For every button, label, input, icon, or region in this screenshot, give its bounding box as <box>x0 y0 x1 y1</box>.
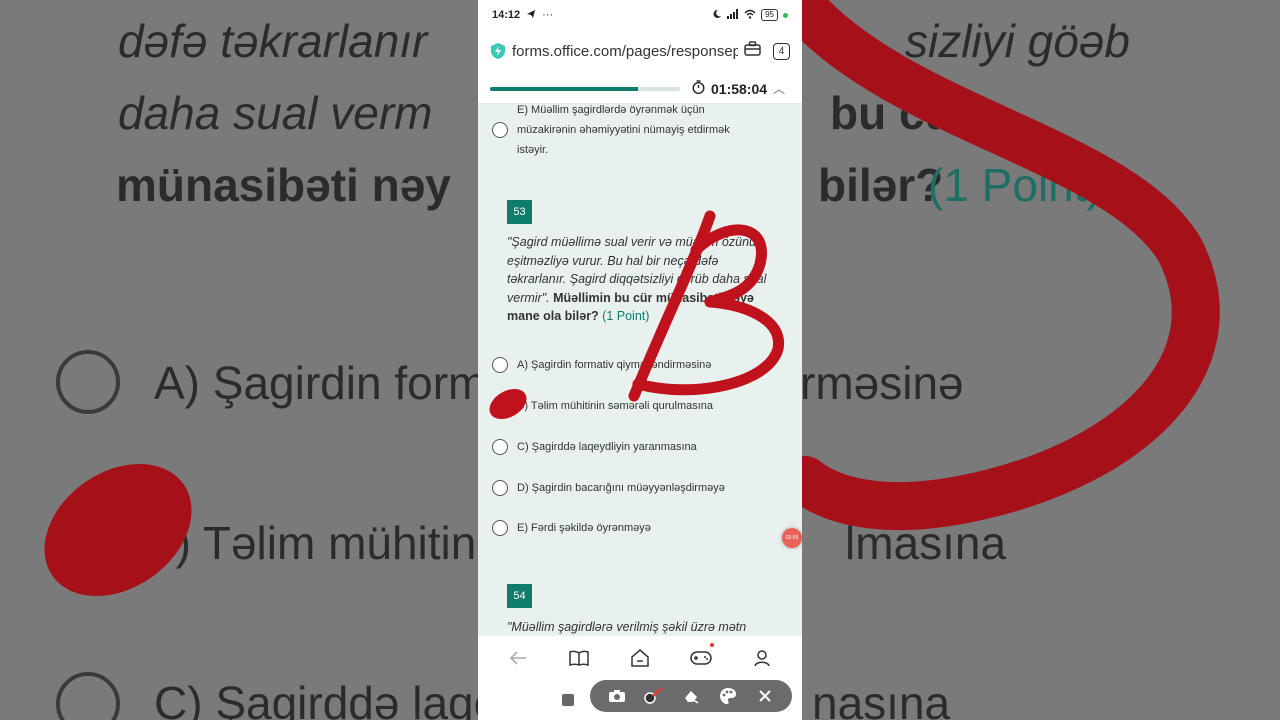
palette-icon[interactable] <box>718 686 738 706</box>
progress-bar <box>490 86 680 91</box>
bg-points: (1 Point) <box>928 159 1102 211</box>
bg-line1b: sizliyi göəb <box>905 15 1130 67</box>
briefcase-icon[interactable] <box>744 41 761 61</box>
q53-option-a[interactable]: A) Şagirdin formativ qiymətləndirməsinə <box>492 355 711 375</box>
eraser-icon[interactable] <box>681 686 701 706</box>
screen: dəfə təkrarlanır sizliyi göəb daha sual … <box>0 0 1280 720</box>
question-53-points: (1 Point) <box>598 309 650 323</box>
url-text[interactable]: forms.office.com/pages/responsepage <box>512 43 738 60</box>
bg-option-c-tail: nasına <box>812 677 951 720</box>
q53-option-d-radio[interactable] <box>492 480 508 496</box>
q53-option-c-label: C) Şagirddə laqeydliyin yaranmasına <box>517 441 697 453</box>
browser-bottom-nav <box>478 636 802 680</box>
bg-line1: dəfə təkrarlanır <box>118 15 428 67</box>
camera-icon[interactable] <box>607 686 627 706</box>
secure-shield-icon <box>490 42 506 60</box>
q53-option-d-label: D) Şagirdin bacarığını müəyyənləşdirməyə <box>517 482 725 494</box>
progress-fill <box>490 86 639 91</box>
q53-option-c[interactable]: C) Şagirddə laqeydliyin yaranmasına <box>492 437 697 457</box>
home-icon[interactable] <box>629 647 651 669</box>
bg-option-b-tail: lmasına <box>845 517 1007 569</box>
prev-option-e-line1: E) Müəllim şagirdlərdə öyrənmək üçün <box>517 104 705 116</box>
bg-line3b: bilər? <box>818 159 944 211</box>
prev-option-e-line2: müzakirənin əhəmiyyətini nümayiş etdirmə… <box>517 124 730 136</box>
timer: 01:58:04 <box>692 80 767 97</box>
battery-indicator: 95 <box>761 9 778 21</box>
q53-option-e-label: E) Fərdi şəkildə öyrənməyə <box>517 522 651 534</box>
q53-option-b-radio[interactable] <box>492 398 508 414</box>
book-icon[interactable] <box>568 647 590 669</box>
timer-value: 01:58:04 <box>711 80 768 97</box>
more-notifications-icon: ··· <box>542 9 554 21</box>
close-icon[interactable] <box>755 686 775 706</box>
charging-icon <box>783 12 788 18</box>
bg-line2b: bu cür <box>830 87 971 139</box>
chevron-up-icon[interactable]: ︿ <box>773 80 785 97</box>
tabs-count-button[interactable]: 4 <box>773 42 790 60</box>
prev-option-e[interactable]: E) Müəllim şagirdlərdə öyrənmək üçün müz… <box>492 104 767 160</box>
status-time: 14:12 <box>492 9 521 21</box>
bg-option-c: C) Şagirddə laqe <box>154 677 500 720</box>
pen-icon[interactable] <box>644 686 664 706</box>
q53-option-b-label: B) Təlim mühitinin səmərəli qurulmasına <box>517 400 714 412</box>
profile-icon[interactable] <box>751 647 773 669</box>
question-53-text: "Şagird müəllimə sual verir və müəllim ö… <box>507 233 769 326</box>
drawing-toolbar <box>590 680 792 712</box>
gamepad-icon[interactable] <box>690 643 714 669</box>
stopwatch-icon <box>692 80 705 97</box>
q53-option-e[interactable]: E) Fərdi şəkildə öyrənməyə <box>492 518 651 538</box>
q53-option-e-radio[interactable] <box>492 520 508 536</box>
bg-option-a: A) Şagirdin form <box>154 357 487 409</box>
phone-screen: 14:12 ··· 95 forms.office.com/pages/resp… <box>478 0 802 720</box>
bg-option-a-tail: rməsinə <box>800 357 964 409</box>
back-arrow-icon[interactable] <box>507 647 529 669</box>
q53-option-a-radio[interactable] <box>492 357 508 373</box>
q53-option-b[interactable]: B) Təlim mühitinin səmərəli qurulmasına <box>492 396 713 416</box>
bg-option-b: 3) Təlim mühitin <box>150 517 477 569</box>
question-53-number: 53 <box>507 200 532 224</box>
form-content: E) Müəllim şagirdlərdə öyrənmək üçün müz… <box>478 104 802 636</box>
browser-address-bar[interactable]: forms.office.com/pages/responsepage 4 <box>478 32 802 70</box>
stop-recording-icon[interactable] <box>562 694 574 706</box>
moon-icon <box>712 9 722 22</box>
q53-option-c-radio[interactable] <box>492 439 508 455</box>
prev-option-e-radio[interactable] <box>492 122 508 138</box>
wifi-icon <box>744 9 756 22</box>
prev-option-e-line3: istəyir. <box>517 144 549 156</box>
bg-radio-c <box>56 672 120 720</box>
recorder-tools-area <box>478 680 802 720</box>
signal-icon <box>727 8 739 22</box>
q53-option-d[interactable]: D) Şagirdin bacarığını müəyyənləşdirməyə <box>492 478 725 498</box>
status-bar: 14:12 ··· 95 <box>478 0 802 30</box>
bg-radio-a <box>56 350 120 414</box>
form-progress-row: 01:58:04 ︿ <box>478 74 802 104</box>
screen-recorder-badge[interactable]: 02:59 <box>782 528 802 548</box>
bg-line2: daha sual verm <box>118 87 433 139</box>
telegram-icon <box>526 9 536 22</box>
notification-dot <box>709 643 714 647</box>
bg-line3: münasibəti nəy <box>116 159 451 211</box>
question-54-text: "Müəllim şagirdlərə verilmiş şəkil üzrə … <box>507 620 747 634</box>
q53-option-a-label: A) Şagirdin formativ qiymətləndirməsinə <box>517 359 712 371</box>
question-54-number: 54 <box>507 584 532 608</box>
